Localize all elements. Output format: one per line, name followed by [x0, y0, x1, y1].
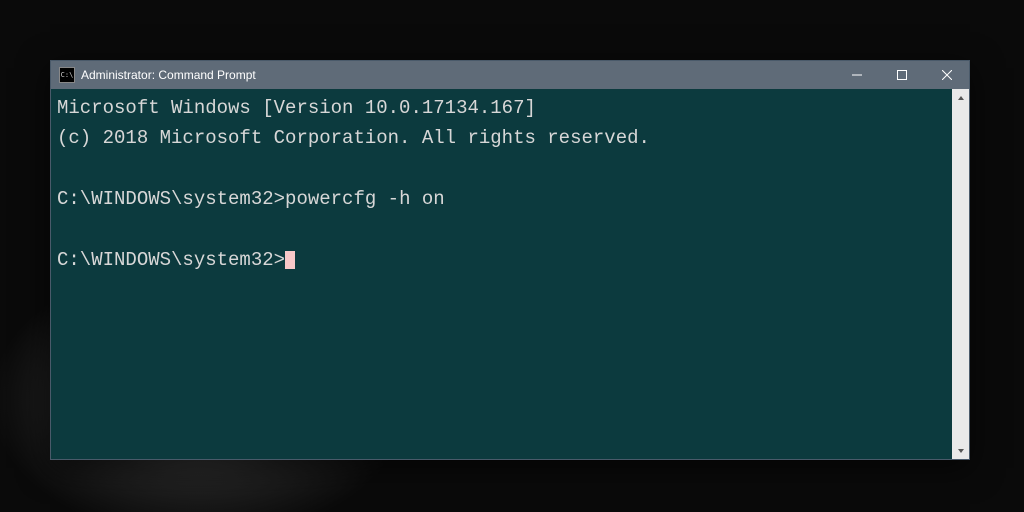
version-line: Microsoft Windows [Version 10.0.17134.16…: [57, 97, 536, 119]
scrollbar-track[interactable]: [952, 106, 969, 442]
close-button[interactable]: [924, 61, 969, 89]
maximize-button[interactable]: [879, 61, 924, 89]
command-prompt-window: C:\ Administrator: Command Prompt Micros…: [50, 60, 970, 460]
cmd-icon: C:\: [59, 67, 75, 83]
terminal-output[interactable]: Microsoft Windows [Version 10.0.17134.16…: [51, 89, 952, 459]
copyright-line: (c) 2018 Microsoft Corporation. All righ…: [57, 127, 650, 149]
cursor: [285, 251, 295, 269]
titlebar[interactable]: C:\ Administrator: Command Prompt: [51, 61, 969, 89]
vertical-scrollbar[interactable]: [952, 89, 969, 459]
scroll-up-button[interactable]: [952, 89, 969, 106]
prompt-1: C:\WINDOWS\system32>: [57, 188, 285, 210]
scroll-down-button[interactable]: [952, 442, 969, 459]
window-title: Administrator: Command Prompt: [81, 68, 256, 82]
prompt-2: C:\WINDOWS\system32>: [57, 249, 285, 271]
command-1: powercfg -h on: [285, 188, 445, 210]
minimize-button[interactable]: [834, 61, 879, 89]
